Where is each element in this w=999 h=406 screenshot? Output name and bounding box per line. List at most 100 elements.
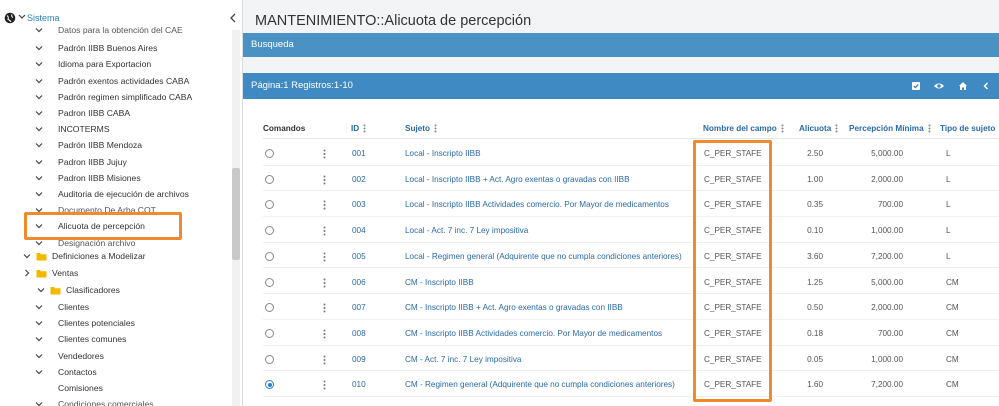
cell-id[interactable]: 004 xyxy=(352,226,366,235)
chevron-left-icon[interactable] xyxy=(227,12,239,24)
home-icon[interactable] xyxy=(958,81,968,91)
table-row[interactable]: 008 CM - Inscripto IIBB Actividades comer… xyxy=(243,320,999,346)
sidebar-item[interactable]: Padron IIBB CABA xyxy=(34,105,130,121)
chevron-down-icon xyxy=(35,62,43,67)
sort-icon[interactable] xyxy=(363,124,366,133)
table-row[interactable]: 004 Local - Act. 7 inc. 7 Ley impositiva C… xyxy=(243,217,999,243)
sidebar-group[interactable]: Ventas xyxy=(22,265,78,281)
search-panel-header[interactable]: Busqueda xyxy=(243,33,999,57)
cell-sujeto[interactable]: CM - Inscripto IIBB + Act. Agro exentas … xyxy=(405,303,623,312)
chevron-down-icon xyxy=(35,111,43,116)
cell-id[interactable]: 001 xyxy=(352,149,366,158)
sidebar-item[interactable]: Clientes xyxy=(34,299,89,315)
cell-sujeto[interactable]: CM - Inscripto IIBB xyxy=(405,278,474,287)
more-options-icon[interactable] xyxy=(323,303,326,313)
sidebar-item[interactable]: Padron IIBB Misiones xyxy=(34,170,141,186)
sidebar-item[interactable]: Padrón IIBB Mendoza xyxy=(34,137,142,153)
table-row[interactable]: 003 Local - Inscripto IIBB Actividades co… xyxy=(243,191,999,218)
more-options-icon[interactable] xyxy=(323,226,326,236)
checkbox-icon[interactable] xyxy=(911,81,921,91)
sidebar-item[interactable]: Padrón regimen simplificado CABA xyxy=(34,89,192,105)
sidebar-item[interactable]: INCOTERMS xyxy=(34,121,110,137)
cell-id[interactable]: 007 xyxy=(352,303,366,312)
cell-sujeto[interactable]: Local - Inscripto IIBB xyxy=(405,149,481,158)
cell-sujeto[interactable]: Local - Act. 7 inc. 7 Ley impositiva xyxy=(405,226,528,235)
col-header-id[interactable]: ID xyxy=(351,124,366,133)
sidebar-item[interactable]: Condiciones comerciales xyxy=(34,396,154,406)
sort-icon[interactable] xyxy=(434,124,437,133)
sidebar-item[interactable]: Comisiones xyxy=(34,380,103,396)
sidebar-item[interactable]: Clientes potenciales xyxy=(34,315,135,331)
table-row[interactable]: 005 Local - Regimen general (Adquirente q… xyxy=(243,243,999,269)
more-options-icon[interactable] xyxy=(323,175,326,185)
sidebar-item-label: Clientes potenciales xyxy=(58,318,135,329)
row-select-radio[interactable] xyxy=(265,251,274,261)
row-select-radio[interactable] xyxy=(265,277,274,287)
sidebar-scrollbar-thumb[interactable] xyxy=(232,168,240,260)
table-row[interactable]: 009 CM - Act. 7 inc. 7 Ley impositiva C_PE… xyxy=(243,346,999,372)
sidebar-item[interactable]: Datos para la obtención del CAE xyxy=(34,22,183,38)
row-select-radio[interactable] xyxy=(265,174,274,184)
row-select-radio[interactable] xyxy=(265,200,274,210)
cell-id[interactable]: 009 xyxy=(352,355,366,364)
cell-tipo-sujeto: L xyxy=(946,149,951,158)
sidebar-group-label: Ventas xyxy=(52,268,79,278)
cell-sujeto[interactable]: Local - Inscripto IIBB Actividades comer… xyxy=(405,200,669,209)
sidebar-item[interactable]: Idioma para Exportacion xyxy=(34,56,151,72)
row-select-radio[interactable] xyxy=(265,380,274,390)
row-select-radio[interactable] xyxy=(265,328,274,338)
cell-id[interactable]: 002 xyxy=(352,175,366,184)
sort-icon[interactable] xyxy=(781,124,784,133)
col-header-alicuota[interactable]: Alicuota xyxy=(799,124,838,133)
eye-icon[interactable] xyxy=(933,81,945,91)
chevron-down-icon xyxy=(35,353,43,358)
sidebar-group[interactable]: Clasificadores xyxy=(36,282,120,298)
sidebar-item[interactable]: Vendedores xyxy=(34,348,104,364)
cell-sujeto[interactable]: Local - Inscripto IIBB + Act. Agro exent… xyxy=(405,175,630,184)
table-row[interactable]: 007 CM - Inscripto IIBB + Act. Agro exent… xyxy=(243,294,999,320)
cell-id[interactable]: 003 xyxy=(352,200,366,209)
cell-alicuota: 0.50 xyxy=(807,303,823,313)
col-header-sujeto[interactable]: Sujeto xyxy=(405,124,437,133)
cell-id[interactable]: 005 xyxy=(352,252,366,261)
more-options-icon[interactable] xyxy=(323,278,326,288)
cell-sujeto[interactable]: CM - Regimen general (Adquirente que no … xyxy=(405,380,675,389)
more-options-icon[interactable] xyxy=(323,252,326,262)
more-options-icon[interactable] xyxy=(323,355,326,365)
sidebar-item[interactable]: Padron IIBB Jujuy xyxy=(34,154,127,170)
more-options-icon[interactable] xyxy=(323,149,326,159)
cell-sujeto[interactable]: CM - Inscripto IIBB Actividades comercio… xyxy=(405,329,662,338)
cell-sujeto[interactable]: CM - Act. 7 inc. 7 Ley impositiva xyxy=(405,355,521,364)
sort-icon[interactable] xyxy=(835,124,838,133)
sort-icon[interactable] xyxy=(928,124,931,133)
row-select-radio[interactable] xyxy=(265,149,274,158)
cell-id[interactable]: 010 xyxy=(352,380,366,389)
sidebar-item[interactable]: Clientes comunes xyxy=(34,331,126,347)
row-select-radio[interactable] xyxy=(265,354,274,364)
cell-tipo-sujeto: CM xyxy=(946,380,959,390)
row-select-radio[interactable] xyxy=(265,226,274,236)
col-header-nombre-campo[interactable]: Nombre del campo xyxy=(703,124,784,133)
cell-sujeto[interactable]: Local - Regimen general (Adquirente que … xyxy=(405,252,682,261)
sidebar-item[interactable]: Auditoria de ejecución de archivos xyxy=(34,186,189,202)
table-row[interactable]: 002 Local - Inscripto IIBB + Act. Agro ex… xyxy=(243,166,999,192)
table-row[interactable]: 010 CM - Regimen general (Adquirente que … xyxy=(243,371,999,397)
chevron-left-icon[interactable] xyxy=(981,81,991,91)
sidebar-item[interactable]: Padrón exentos actividades CABA xyxy=(34,73,189,89)
table-row[interactable]: 006 CM - Inscripto IIBB C_PER_STAFE 1.25 5,0… xyxy=(243,269,999,295)
cell-id[interactable]: 006 xyxy=(352,278,366,287)
cell-percepcion-minima: 700.00 xyxy=(877,328,903,338)
row-select-radio[interactable] xyxy=(265,303,274,313)
cell-percepcion-minima: 7,200.00 xyxy=(871,380,903,390)
chevron-down-icon xyxy=(35,94,43,100)
sidebar-item[interactable]: Padrón IIBB Buenos Aires xyxy=(34,40,157,56)
more-options-icon[interactable] xyxy=(323,329,326,339)
table-row[interactable]: 001 Local - Inscripto IIBB C_PER_STAFE 2.50… xyxy=(243,140,999,166)
col-header-tipo-sujeto[interactable]: Tipo de sujeto xyxy=(940,124,995,133)
sidebar-group[interactable]: Definiciones a Modelizar xyxy=(22,248,146,264)
more-options-icon[interactable] xyxy=(323,200,326,210)
more-options-icon[interactable] xyxy=(323,380,326,390)
sidebar-item[interactable]: Contactos xyxy=(34,364,97,380)
cell-id[interactable]: 008 xyxy=(352,329,366,338)
col-header-percepcion-minima[interactable]: Percepción Mínima xyxy=(849,124,931,133)
